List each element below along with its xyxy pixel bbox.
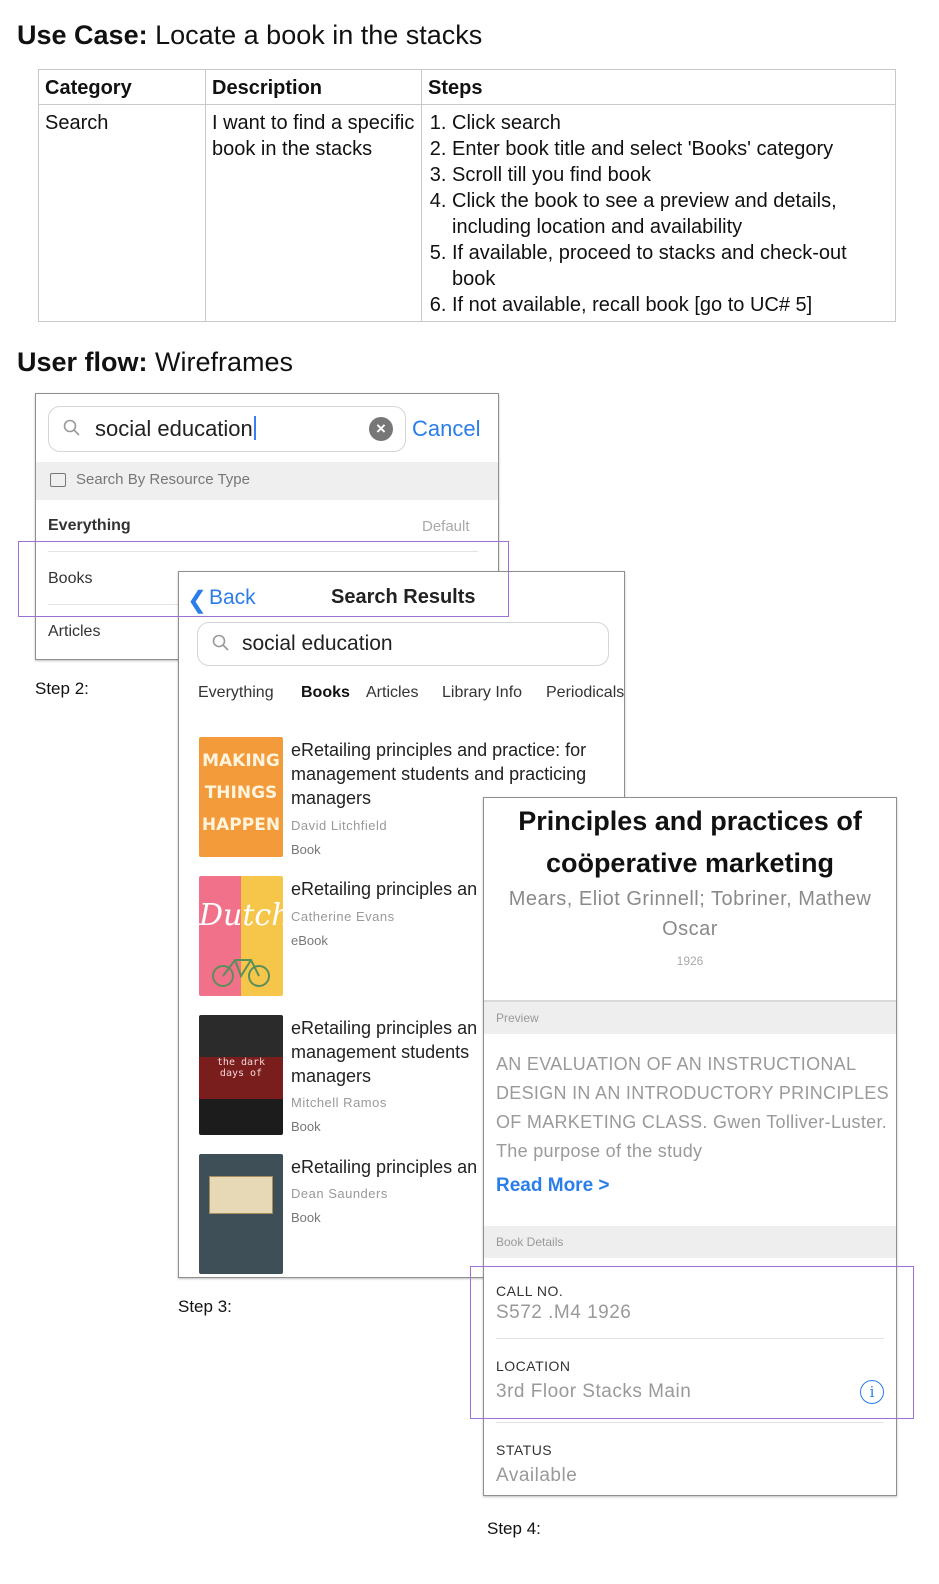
table-header-row: Category Description Steps bbox=[38, 69, 896, 105]
clear-icon[interactable]: × bbox=[369, 417, 393, 441]
read-more-link[interactable]: Read More > bbox=[496, 1175, 610, 1197]
search-input[interactable]: social education bbox=[197, 622, 609, 666]
option-articles[interactable]: Articles bbox=[48, 623, 100, 641]
details-label: Book Details bbox=[496, 1235, 564, 1249]
book-title: Principles and practices of coöperative … bbox=[518, 806, 862, 878]
steps-list: Click search Enter book title and select… bbox=[428, 110, 889, 318]
result-type: eBook bbox=[291, 933, 328, 948]
cover-text: Dutch bbox=[199, 898, 283, 933]
result-author: Mitchell Ramos bbox=[291, 1095, 387, 1110]
use-case-table: Category Description Steps Search I want… bbox=[38, 69, 896, 322]
cell-description: I want to find a specific book in the st… bbox=[205, 104, 422, 322]
header-steps: Steps bbox=[421, 69, 896, 105]
result-title[interactable]: eRetailing principles an bbox=[291, 877, 491, 901]
cell-steps: Click search Enter book title and select… bbox=[421, 104, 896, 322]
option-everything[interactable]: Everything bbox=[48, 517, 131, 535]
result-author: David Litchfield bbox=[291, 818, 388, 833]
step-item: Click search bbox=[452, 110, 889, 136]
step-item: Scroll till you find book bbox=[452, 162, 889, 188]
user-flow-heading: User flow: Wireframes bbox=[17, 347, 293, 378]
status-value: Available bbox=[496, 1465, 578, 1486]
step3-caption: Step 3: bbox=[178, 1297, 232, 1316]
tab-everything[interactable]: Everything bbox=[198, 684, 274, 702]
details-section-header: Book Details bbox=[484, 1226, 896, 1258]
resource-type-label: Search By Resource Type bbox=[76, 471, 250, 488]
book-cover-image[interactable]: MAKING THINGS HAPPEN bbox=[199, 737, 283, 857]
book-cover-image[interactable] bbox=[199, 1154, 283, 1274]
book-cover-image[interactable]: the dark days of bbox=[199, 1015, 283, 1135]
result-type: Book bbox=[291, 1119, 321, 1134]
resource-type-bar: Search By Resource Type bbox=[36, 462, 498, 500]
location-highlight bbox=[470, 1266, 914, 1419]
result-author: Catherine Evans bbox=[291, 909, 395, 924]
search-icon bbox=[63, 419, 80, 436]
user-flow-text: Wireframes bbox=[155, 347, 294, 377]
book-authors: Mears, Eliot Grinnell; Tobriner, Mathew … bbox=[508, 888, 872, 940]
option-default-note: Default bbox=[422, 518, 470, 535]
tab-periodicals[interactable]: Periodicals bbox=[546, 684, 624, 702]
step-item: Click the book to see a preview and deta… bbox=[452, 188, 889, 240]
result-title[interactable]: eRetailing principles an bbox=[291, 1155, 491, 1179]
search-icon bbox=[212, 634, 229, 651]
use-case-heading: Use Case: Locate a book in the stacks bbox=[17, 20, 482, 51]
step-item: Enter book title and select 'Books' cate… bbox=[452, 136, 889, 162]
result-type: Book bbox=[291, 1210, 321, 1225]
status-label: STATUS bbox=[496, 1442, 553, 1458]
search-query: social education bbox=[242, 632, 393, 655]
preview-text: AN EVALUATION OF AN INSTRUCTIONAL DESIGN… bbox=[496, 1054, 889, 1161]
step2-caption: Step 2: bbox=[35, 679, 89, 698]
user-flow-label: User flow: bbox=[17, 347, 148, 377]
text-caret bbox=[253, 416, 256, 440]
cover-label bbox=[209, 1176, 273, 1214]
cover-text: THINGS bbox=[204, 783, 278, 803]
preview-section-header: Preview bbox=[484, 1000, 896, 1034]
tab-articles[interactable]: Articles bbox=[366, 684, 418, 702]
table-row: Search I want to find a specific book in… bbox=[38, 104, 896, 322]
step-item: If not available, recall book [go to UC#… bbox=[452, 292, 889, 318]
header-category: Category bbox=[38, 69, 206, 105]
use-case-label: Use Case: bbox=[17, 20, 148, 50]
search-query: social education bbox=[95, 416, 256, 442]
book-year: 1926 bbox=[676, 954, 704, 968]
cover-text: MAKING bbox=[202, 751, 280, 771]
header-description: Description bbox=[205, 69, 422, 105]
tab-library-info[interactable]: Library Info bbox=[442, 684, 522, 702]
cover-text: the dark bbox=[216, 1057, 266, 1068]
result-author: Dean Saunders bbox=[291, 1186, 388, 1201]
preview-label: Preview bbox=[496, 1011, 539, 1025]
calendar-icon bbox=[50, 473, 66, 487]
use-case-text: Locate a book in the stacks bbox=[155, 20, 483, 50]
cover-text: days of bbox=[219, 1068, 263, 1079]
result-type: Book bbox=[291, 842, 321, 857]
result-title[interactable]: eRetailing principles an management stud… bbox=[291, 1016, 481, 1088]
divider bbox=[496, 1422, 884, 1423]
cell-category: Search bbox=[38, 104, 206, 322]
step-item: If available, proceed to stacks and chec… bbox=[452, 240, 889, 292]
bicycle-icon bbox=[212, 959, 270, 987]
step4-caption: Step 4: bbox=[487, 1519, 541, 1538]
cancel-button[interactable]: Cancel bbox=[412, 416, 480, 442]
book-cover-image[interactable]: Dutch bbox=[199, 876, 283, 996]
books-highlight bbox=[18, 541, 509, 617]
search-input[interactable]: social education × bbox=[48, 406, 406, 452]
cover-text: HAPPEN bbox=[201, 815, 281, 835]
tab-books[interactable]: Books bbox=[301, 684, 350, 702]
